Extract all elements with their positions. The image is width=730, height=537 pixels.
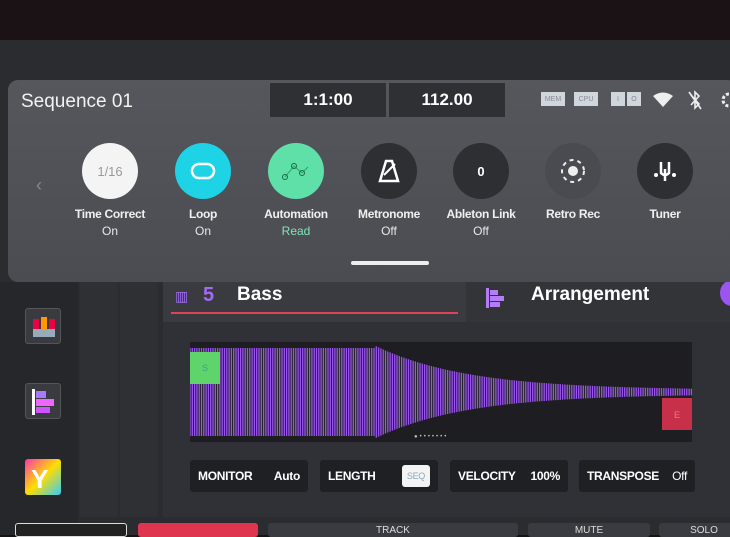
track-number: 5	[203, 284, 215, 306]
control-value: 100%	[530, 469, 561, 483]
sequence-title[interactable]: Sequence 01	[21, 91, 133, 113]
mem-indicator: MEM	[541, 92, 565, 106]
bluetooth-off-icon	[688, 90, 702, 110]
start-marker[interactable]: S	[190, 352, 220, 384]
quick-settings-panel: Sequence 01 1:1:00 112.00 MEM CPU I O ‹ …	[8, 80, 730, 282]
length-control[interactable]: LENGTH SEQ	[320, 460, 438, 492]
track-name[interactable]: Bass	[237, 284, 282, 306]
button-label: Time Correct	[74, 207, 146, 221]
cpu-indicator: CPU	[574, 92, 598, 106]
button-label: Ableton Link	[446, 207, 516, 221]
tempo-display[interactable]: 112.00	[389, 83, 505, 117]
loop-icon	[175, 143, 231, 199]
retro-rec-button[interactable]: Retro Rec	[533, 143, 613, 221]
arrangement-tab[interactable]: Arrangement	[466, 282, 730, 322]
waveform	[189, 346, 693, 438]
time-correct-button[interactable]: 1/16 Time Correct On	[70, 143, 150, 238]
button-value: On	[101, 224, 118, 238]
automation-icon	[268, 143, 324, 199]
mixer-icon[interactable]	[25, 308, 61, 344]
track-column	[120, 282, 158, 517]
control-label: MONITOR	[198, 469, 253, 483]
transpose-control[interactable]: TRANSPOSE Off	[579, 460, 695, 492]
button-label: Metronome	[358, 207, 420, 221]
button-value: Off	[381, 224, 397, 238]
time-correct-icon: 1/16	[82, 143, 138, 199]
left-sidebar: Y	[0, 282, 78, 535]
wifi-icon	[653, 92, 673, 107]
control-value: Auto	[273, 469, 300, 483]
ableton-link-button[interactable]: 0 Ableton Link Off	[441, 143, 521, 238]
input-indicator: I	[611, 92, 625, 106]
loop-button[interactable]: Loop On	[163, 143, 243, 238]
control-label: VELOCITY	[458, 469, 516, 483]
chevron-left-icon[interactable]: ‹	[36, 175, 42, 196]
settings-icon[interactable]	[720, 91, 730, 109]
page-dots: ●•••••••	[414, 434, 449, 440]
control-value: Off	[672, 469, 687, 483]
button-label: Loop	[188, 207, 218, 221]
output-indicator: O	[627, 92, 641, 106]
control-label: LENGTH	[328, 469, 376, 483]
waveform-display[interactable]: S E ●•••••••	[189, 342, 693, 442]
button-value: Off	[473, 224, 489, 238]
metronome-icon	[361, 143, 417, 199]
velocity-control[interactable]: VELOCITY 100%	[450, 460, 568, 492]
ableton-link-icon: 0	[453, 143, 509, 199]
waveform-path	[189, 346, 693, 438]
retro-rec-icon	[545, 143, 601, 199]
xy-fx-icon[interactable]: Y	[25, 459, 61, 495]
button-label: Retro Rec	[546, 207, 600, 221]
svg-text:Y: Y	[31, 464, 48, 494]
metronome-button[interactable]: Metronome Off	[349, 143, 429, 238]
position-display[interactable]: 1:1:00	[270, 83, 386, 117]
button-value: Read	[281, 224, 311, 238]
button-label: Automation	[264, 207, 328, 221]
tuner-icon	[637, 143, 693, 199]
arrangement-icon	[486, 288, 504, 308]
arrangement-icon[interactable]	[25, 383, 61, 419]
track-column	[80, 282, 118, 517]
keyboard-icon: ▥	[175, 288, 189, 304]
control-value: SEQ	[401, 465, 430, 487]
arrangement-label: Arrangement	[531, 284, 650, 305]
panel-drag-handle[interactable]	[351, 261, 429, 265]
button-value: On	[194, 224, 211, 238]
monitor-control[interactable]: MONITOR Auto	[190, 460, 308, 492]
tuner-button[interactable]: Tuner	[625, 143, 705, 221]
automation-button[interactable]: Automation Read	[256, 143, 336, 238]
button-label: Tuner	[649, 207, 681, 221]
device-bezel	[0, 0, 730, 40]
control-label: TRANSPOSE	[587, 469, 659, 483]
track-header: ▥ 5 Bass Arrangement	[163, 280, 730, 322]
end-marker[interactable]: E	[662, 398, 692, 430]
track-underline	[171, 312, 458, 314]
